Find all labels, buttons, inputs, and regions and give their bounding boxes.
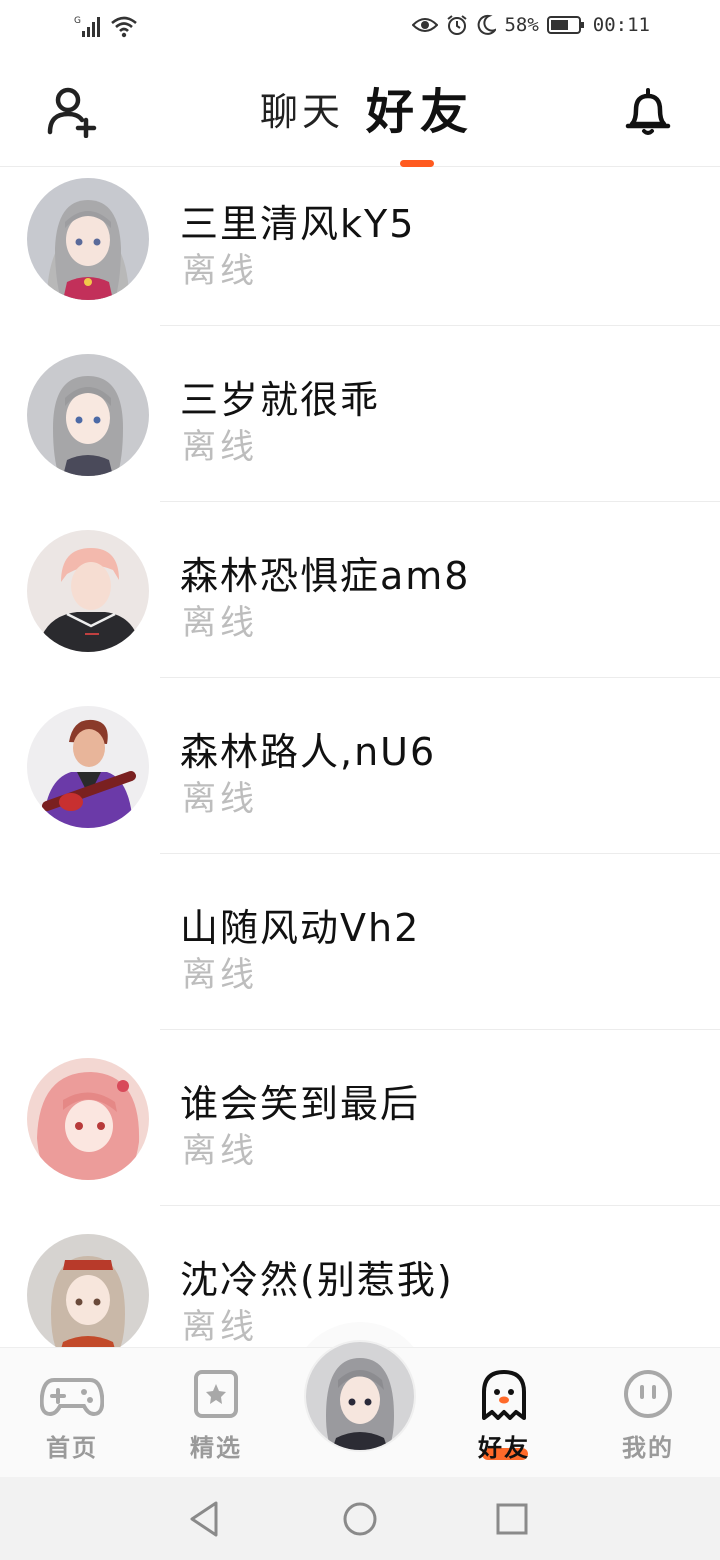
- friend-avatar: [27, 530, 149, 652]
- smiley-icon: [624, 1370, 672, 1418]
- moon-icon: [476, 14, 497, 36]
- friend-list: 三里清风kY5 离线 三岁就很乖 离线 森林恐惧症am8 离线 森林路人,nU6…: [0, 167, 720, 1347]
- row-divider: [160, 1029, 720, 1030]
- signal-icon: G: [74, 14, 104, 38]
- status-bar-left: G: [74, 14, 138, 38]
- wifi-icon: [110, 14, 138, 38]
- nav-label: 我的: [622, 1434, 674, 1462]
- nav-friends[interactable]: 好友: [444, 1348, 564, 1478]
- friend-list-item[interactable]: 山随风动Vh2 离线: [0, 871, 720, 1047]
- recents-icon: [496, 1503, 528, 1535]
- friend-list-item[interactable]: 三岁就很乖 离线: [0, 343, 720, 519]
- friend-status: 离线: [182, 955, 258, 995]
- friend-list-item[interactable]: 森林恐惧症am8 离线: [0, 519, 720, 695]
- top-header: 聊天 好友: [0, 56, 720, 167]
- star-icon: [194, 1370, 238, 1418]
- friend-list-item[interactable]: 森林路人,nU6 离线: [0, 695, 720, 871]
- header-tabs: 聊天 好友: [260, 84, 474, 140]
- back-icon: [190, 1501, 218, 1537]
- row-divider: [160, 853, 720, 854]
- profile-avatar: [306, 1342, 414, 1450]
- back-button[interactable]: [186, 1499, 226, 1539]
- clock: 00:11: [592, 14, 650, 36]
- add-friend-button[interactable]: [46, 86, 102, 139]
- friend-status: 离线: [182, 427, 258, 467]
- svg-text:G: G: [74, 16, 81, 26]
- friend-status: 离线: [182, 1307, 258, 1347]
- row-divider: [160, 1205, 720, 1206]
- gamepad-icon: [40, 1378, 104, 1417]
- alarm-icon: [446, 14, 468, 36]
- bell-icon: [625, 88, 671, 135]
- friend-avatar: [27, 178, 149, 300]
- recents-button[interactable]: [492, 1499, 532, 1539]
- friend-name: 沈冷然(别惹我): [180, 1258, 454, 1302]
- status-bar: G 58% 00:11: [0, 0, 720, 56]
- friend-status: 离线: [182, 779, 258, 819]
- friend-name: 森林路人,nU6: [180, 730, 437, 774]
- friend-status: 离线: [182, 251, 258, 291]
- friend-status: 离线: [182, 603, 258, 643]
- friend-status: 离线: [182, 1131, 258, 1171]
- row-divider: [160, 501, 720, 502]
- battery-percent: 58%: [504, 14, 539, 36]
- friend-name: 三里清风kY5: [180, 202, 416, 246]
- friend-name: 森林恐惧症am8: [180, 554, 471, 598]
- friend-list-item[interactable]: 谁会笑到最后 离线: [0, 1047, 720, 1223]
- tab-chat[interactable]: 聊天: [260, 84, 344, 140]
- nav-label: 好友: [478, 1434, 530, 1462]
- notification-button[interactable]: [622, 86, 674, 138]
- home-button[interactable]: [340, 1499, 380, 1539]
- friend-list-item[interactable]: 三里清风kY5 离线: [0, 167, 720, 343]
- battery-icon: [546, 15, 585, 35]
- nav-featured[interactable]: 精选: [156, 1348, 276, 1478]
- friend-avatar: [27, 354, 149, 476]
- tab-friends[interactable]: 好友: [366, 84, 474, 140]
- home-icon: [343, 1502, 377, 1536]
- friend-name: 山随风动Vh2: [180, 906, 421, 950]
- row-divider: [160, 325, 720, 326]
- nav-label: 精选: [190, 1434, 242, 1462]
- ghost-icon: [482, 1370, 526, 1420]
- nav-home[interactable]: 首页: [12, 1348, 132, 1478]
- nav-label: 首页: [46, 1434, 98, 1462]
- row-divider: [160, 677, 720, 678]
- profile-avatar-button[interactable]: [306, 1342, 414, 1450]
- nav-mine[interactable]: 我的: [588, 1348, 708, 1478]
- friend-avatar: [27, 1234, 149, 1347]
- friend-avatar: [27, 706, 149, 828]
- friend-name: 谁会笑到最后: [180, 1082, 421, 1126]
- active-tab-indicator: [400, 160, 434, 167]
- friend-name: 三岁就很乖: [180, 378, 381, 422]
- system-nav-bar: [0, 1477, 720, 1560]
- status-bar-right: 58% 00:11: [412, 14, 650, 36]
- eye-icon: [412, 15, 439, 35]
- add-friend-icon: [47, 87, 97, 139]
- friend-avatar: [27, 1058, 149, 1180]
